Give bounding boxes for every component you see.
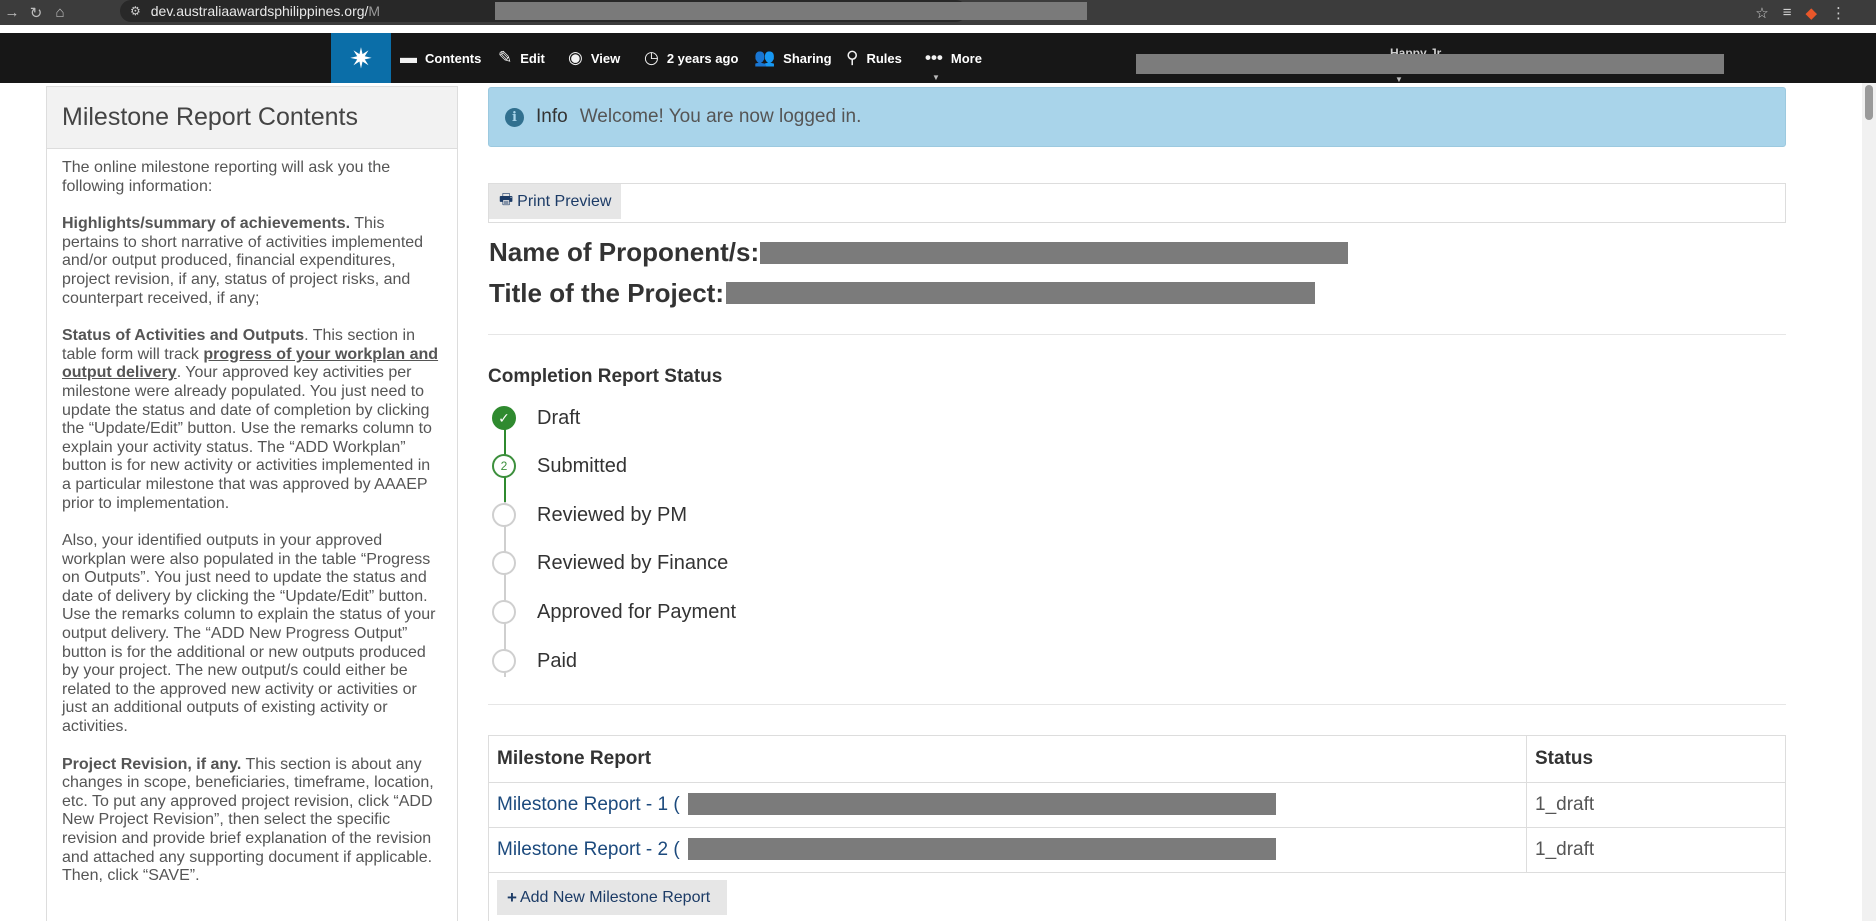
eye-icon: ◉ (568, 48, 583, 67)
info-alert: i Info Welcome! You are now logged in. (488, 87, 1786, 147)
plone-logo-icon[interactable]: ✷ (331, 33, 391, 83)
pending-circle-icon (492, 600, 516, 624)
proponent-label: Name of Proponent/s: (489, 237, 760, 267)
sidebar-portlet: Milestone Report Contents The online mil… (46, 86, 458, 921)
status-paragraph: Status of Activities and Outputs. This s… (62, 327, 439, 512)
milestone-redaction (688, 793, 1276, 815)
sitemap-icon: ⚲ (846, 48, 859, 67)
printer-icon: 🖶 (499, 191, 514, 208)
table-footer: + Add New Milestone Report (488, 870, 1786, 921)
reading-list-icon[interactable]: ≡ (1783, 4, 1792, 21)
column-header-status: Status (1526, 735, 1786, 783)
print-toolbar: 🖶 Print Preview (488, 183, 1786, 223)
revision-paragraph: Project Revision, if any. This section i… (62, 755, 434, 885)
url-redaction (495, 2, 1087, 20)
toolbar-view[interactable]: ◉ View (568, 33, 620, 83)
alert-label: Info (536, 106, 568, 127)
status-step: 2 Submitted (492, 453, 627, 479)
ellipsis-icon: ••• (925, 48, 943, 67)
reload-icon[interactable]: ↻ (24, 4, 48, 22)
pending-circle-icon (492, 503, 516, 527)
users-icon: 👥 (754, 48, 776, 67)
print-preview-button[interactable]: 🖶 Print Preview (489, 184, 621, 219)
pending-circle-icon (492, 649, 516, 673)
toolbar-rules[interactable]: ⚲ Rules (846, 33, 902, 83)
address-bar[interactable]: ⚙ dev.australiaawardsphilippines.org/M (120, 0, 1087, 22)
intro-text: The online milestone reporting will ask … (62, 159, 391, 195)
scrollbar-thumb[interactable] (1865, 85, 1873, 120)
status-heading: Completion Report Status (488, 366, 723, 387)
portlet-header: Milestone Report Contents (47, 87, 457, 149)
plus-icon: + (507, 887, 517, 907)
clock-icon: ◷ (644, 48, 659, 67)
forward-icon[interactable]: → (0, 4, 24, 21)
chevron-down-icon: ▼ (932, 73, 940, 82)
portlet-body: The online milestone reporting will ask … (47, 149, 457, 886)
browser-menu-icon[interactable]: ⋮ (1831, 4, 1846, 22)
home-icon[interactable]: ⌂ (48, 4, 72, 21)
portlet-title: Milestone Report Contents (62, 103, 358, 131)
pencil-icon: ✎ (498, 48, 513, 67)
check-icon: ✓ (492, 406, 516, 430)
pending-circle-icon (492, 551, 516, 575)
milestone-report-link[interactable]: Milestone Report - 1 ( (497, 794, 680, 815)
add-milestone-button[interactable]: + Add New Milestone Report (497, 880, 727, 915)
browser-toolbar: → ↻ ⌂ ⚙ dev.australiaawardsphilippines.o… (0, 0, 1876, 25)
toolbar-edit[interactable]: ✎ Edit (498, 33, 545, 83)
cms-toolbar: ✷ ▬ Contents ✎ Edit ◉ View ◷ 2 years ago 👥 Sh… (0, 33, 1876, 84)
info-icon: i (505, 107, 524, 127)
status-step: Reviewed by Finance (492, 550, 728, 576)
status-step: ✓ Draft (492, 405, 580, 431)
site-info-icon[interactable]: ⚙ (130, 4, 141, 18)
folder-icon: ▬ (400, 48, 417, 67)
toolbar-contents[interactable]: ▬ Contents (400, 33, 481, 83)
table-header-row: Milestone Report Status (488, 735, 1786, 783)
status-step: Approved for Payment (492, 599, 736, 625)
toolbar-history[interactable]: ◷ 2 years ago (644, 33, 738, 83)
project-title-redaction (726, 282, 1315, 304)
divider (488, 704, 1786, 705)
alert-message: Welcome! You are now logged in. (579, 106, 862, 127)
highlights-paragraph: Highlights/summary of achievements. This… (62, 215, 424, 307)
status-cell: 1_draft (1526, 827, 1786, 873)
status-step: Paid (492, 648, 577, 674)
status-cell: 1_draft (1526, 782, 1786, 828)
divider (488, 334, 1786, 335)
outputs-paragraph: Also, your identified outputs in your ap… (62, 532, 436, 736)
milestone-redaction (688, 838, 1276, 860)
milestone-report-link[interactable]: Milestone Report - 2 ( (497, 839, 680, 860)
user-redaction (1136, 54, 1724, 74)
bookmark-star-icon[interactable]: ☆ (1755, 4, 1768, 22)
column-header-milestone: Milestone Report (488, 735, 1527, 783)
chevron-down-icon: ▼ (1395, 75, 1403, 84)
step-number-badge: 2 (492, 454, 516, 478)
extension-icon[interactable]: ◆ (1805, 4, 1817, 22)
project-title-label: Title of the Project: (489, 278, 724, 308)
page-scrollbar[interactable] (1862, 83, 1876, 921)
proponent-redaction (760, 242, 1348, 264)
url-text: dev.australiaawardsphilippines.org/M (150, 3, 381, 19)
status-step: Reviewed by PM (492, 502, 687, 528)
toolbar-sharing[interactable]: 👥 Sharing (754, 33, 832, 83)
